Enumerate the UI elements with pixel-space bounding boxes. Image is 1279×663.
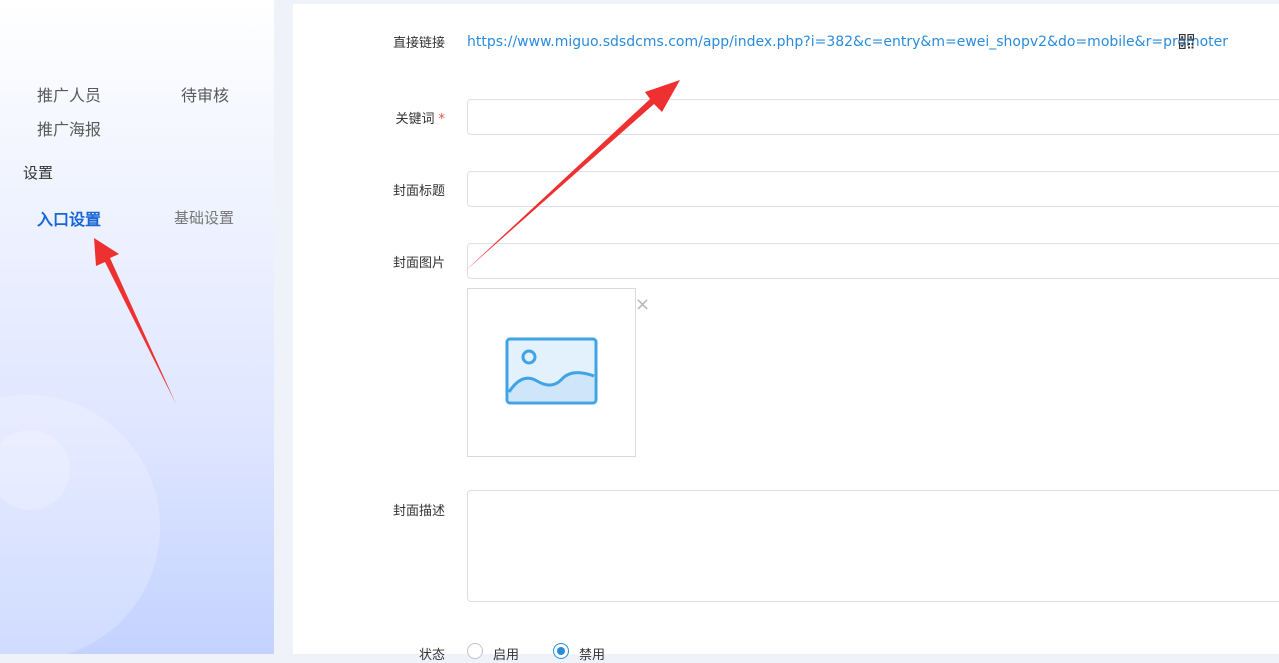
direct-link-label: 直接链接 [392, 36, 445, 51]
cover-description-label: 封面描述 [392, 504, 445, 519]
sidebar: 推广人员 待审核 推广海报 设置 入口设置 基础设置 [0, 0, 274, 654]
main-form-panel: 直接链接 https://www.miguo.sdsdcms.com/app/i… [293, 4, 1279, 663]
sidebar-item-entry-settings[interactable]: 入口设置 [37, 206, 101, 230]
direct-link-url[interactable]: https://www.miguo.sdsdcms.com/app/index.… [467, 34, 1228, 50]
qr-code-icon[interactable] [1178, 33, 1195, 50]
cover-description-textarea[interactable] [467, 490, 1279, 602]
cover-image-label: 封面图片 [392, 256, 445, 271]
sidebar-section-settings: 设置 [23, 164, 54, 182]
image-upload-box[interactable] [467, 288, 636, 457]
keyword-label-text: 关键词 [395, 112, 435, 127]
sidebar-item-basic-settings[interactable]: 基础设置 [174, 207, 234, 228]
keyword-label: 关键词 * [293, 108, 445, 127]
cover-title-input[interactable] [467, 171, 1279, 207]
status-enable-radio[interactable] [467, 643, 483, 659]
keyword-input[interactable] [467, 99, 1279, 135]
cover-image-input[interactable] [467, 243, 1279, 279]
sidebar-item-promo-poster[interactable]: 推广海报 [37, 116, 101, 140]
content-gutter [274, 0, 293, 654]
status-disable-radio[interactable] [553, 643, 569, 659]
close-icon[interactable]: × [635, 294, 650, 315]
required-mark: * [438, 112, 446, 127]
image-placeholder-icon [505, 337, 598, 405]
sidebar-item-promoters[interactable]: 推广人员 [37, 82, 101, 106]
sidebar-item-pending-review[interactable]: 待审核 [181, 82, 229, 106]
cover-title-label: 封面标题 [392, 184, 445, 199]
